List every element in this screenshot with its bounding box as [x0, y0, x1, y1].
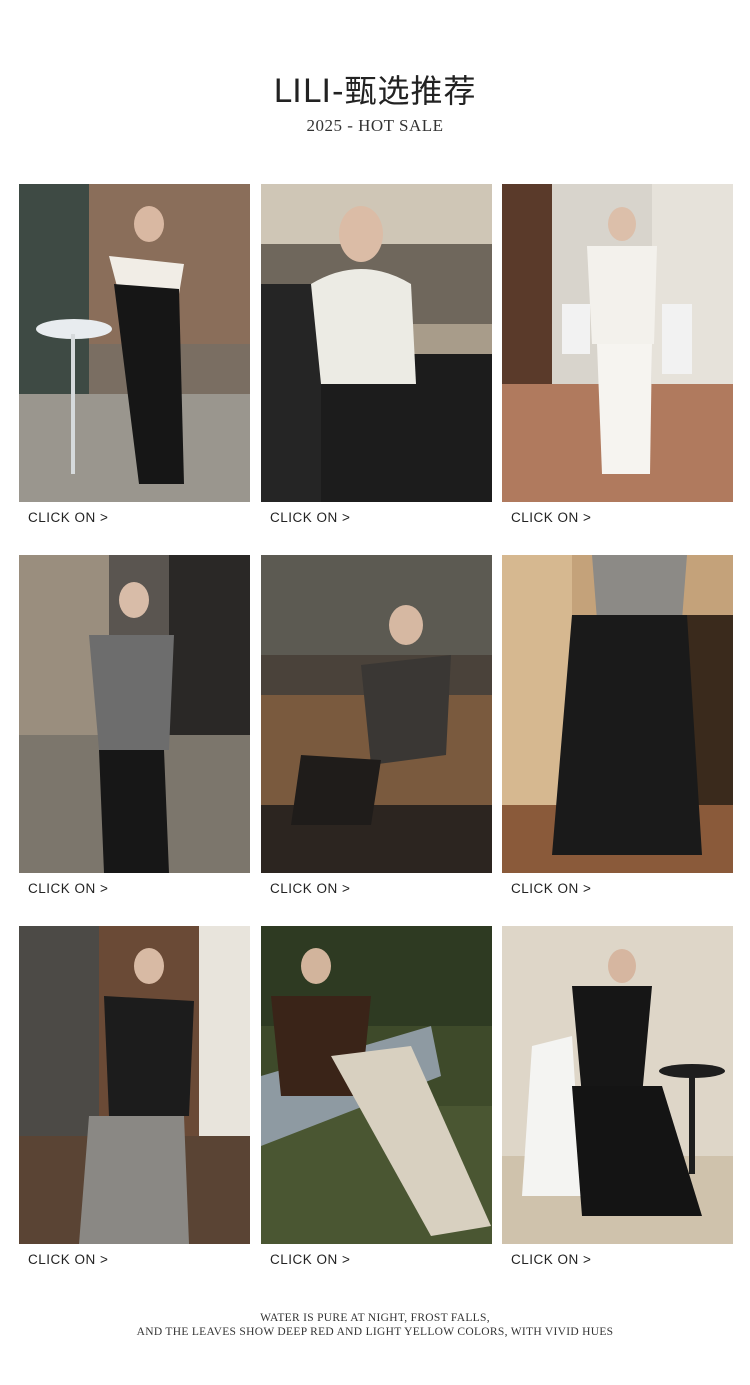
click-on-link-4[interactable]: CLICK ON >: [28, 881, 108, 896]
click-on-link-9[interactable]: CLICK ON >: [511, 1252, 591, 1267]
product-image-9[interactable]: [502, 926, 733, 1244]
product-card-8[interactable]: CLICK ON >: [261, 926, 492, 1276]
product-card-7[interactable]: CLICK ON >: [19, 926, 250, 1276]
product-card-1[interactable]: CLICK ON >: [19, 184, 250, 534]
footer-line-1: WATER IS PURE AT NIGHT, FROST FALLS,: [260, 1312, 490, 1324]
product-card-6[interactable]: CLICK ON >: [502, 555, 733, 905]
product-image-5[interactable]: [261, 555, 492, 873]
product-card-9[interactable]: CLICK ON >: [502, 926, 733, 1276]
click-on-link-2[interactable]: CLICK ON >: [270, 510, 350, 525]
click-on-link-7[interactable]: CLICK ON >: [28, 1252, 108, 1267]
click-on-link-1[interactable]: CLICK ON >: [28, 510, 108, 525]
product-grid: CLICK ON > CLICK ON > CLICK ON > CLICK O…: [0, 0, 750, 1300]
click-on-link-3[interactable]: CLICK ON >: [511, 510, 591, 525]
click-on-link-6[interactable]: CLICK ON >: [511, 881, 591, 896]
product-image-6[interactable]: [502, 555, 733, 873]
product-image-8[interactable]: [261, 926, 492, 1244]
product-image-1[interactable]: [19, 184, 250, 502]
footer-line-2: AND THE LEAVES SHOW DEEP RED AND LIGHT Y…: [136, 1325, 614, 1338]
product-card-2[interactable]: CLICK ON >: [261, 184, 492, 534]
product-card-5[interactable]: CLICK ON >: [261, 555, 492, 905]
footer-tagline: WATER IS PURE AT NIGHT, FROST FALLS, AND…: [0, 1312, 750, 1339]
click-on-link-8[interactable]: CLICK ON >: [270, 1252, 350, 1267]
product-image-2[interactable]: [261, 184, 492, 502]
click-on-link-5[interactable]: CLICK ON >: [270, 881, 350, 896]
product-image-3[interactable]: [502, 184, 733, 502]
product-card-3[interactable]: CLICK ON >: [502, 184, 733, 534]
product-card-4[interactable]: CLICK ON >: [19, 555, 250, 905]
product-image-4[interactable]: [19, 555, 250, 873]
product-image-7[interactable]: [19, 926, 250, 1244]
